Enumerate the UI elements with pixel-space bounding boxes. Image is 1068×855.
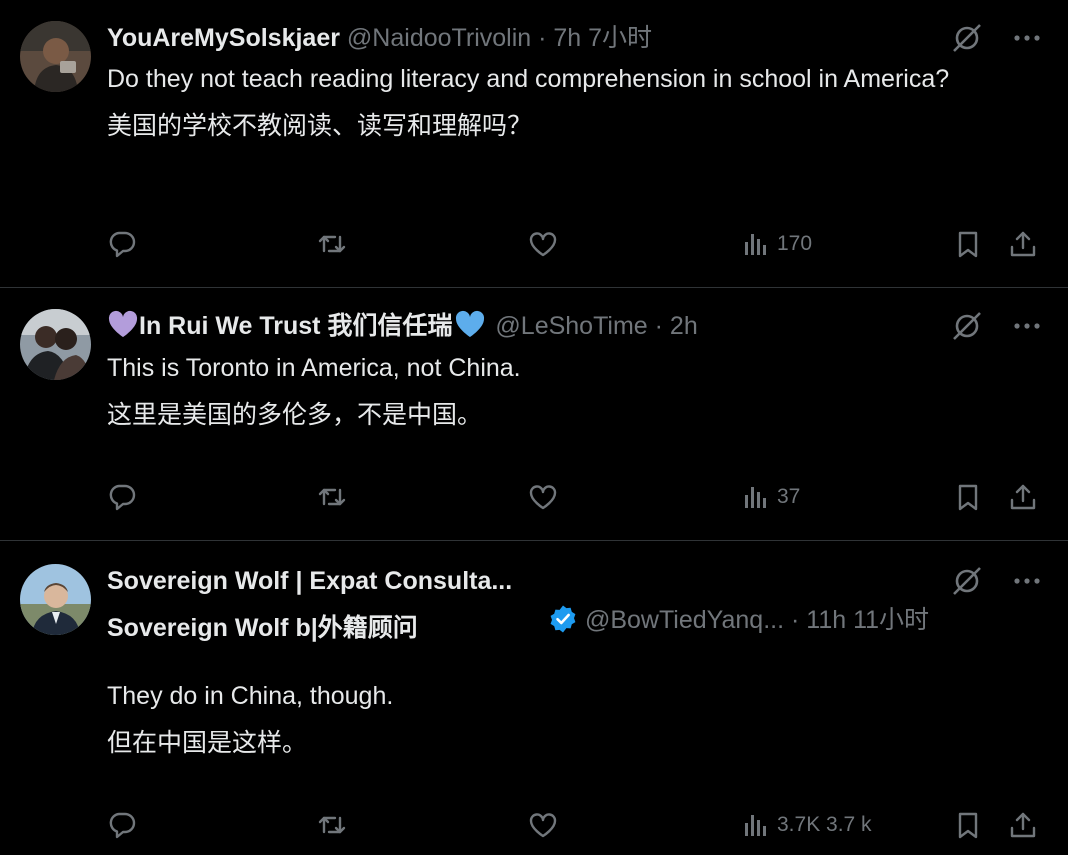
display-name[interactable]: YouAreMySolskjaer: [107, 24, 340, 52]
bookmark-icon: [958, 231, 978, 258]
views-icon: [745, 815, 766, 836]
bookmark-button[interactable]: [953, 229, 983, 259]
tweet-text-en: They do in China, though.: [107, 682, 394, 710]
tweet-body: This is Toronto in America, not China. 这…: [107, 350, 957, 433]
views-icon: [745, 487, 766, 508]
avatar[interactable]: [20, 21, 91, 92]
bookmark-icon: [958, 484, 978, 511]
bookmark-button[interactable]: [953, 482, 983, 512]
tweet-text-zh: 但在中国是这样。: [107, 729, 308, 757]
display-name[interactable]: In Rui We Trust 我们信任瑞: [139, 312, 452, 340]
reply-icon: [109, 812, 136, 839]
views-button[interactable]: 37: [741, 482, 800, 512]
more-icon[interactable]: [1011, 565, 1043, 597]
tweet-text-zh: 这里是美国的多伦多，不是中国。: [107, 401, 483, 429]
reply-button[interactable]: [107, 810, 137, 840]
views-button[interactable]: 3.7K 3.7 k: [741, 810, 872, 840]
action-bar: 3.7K 3.7 k: [107, 810, 1037, 850]
grok-icon[interactable]: [951, 565, 983, 597]
retweet-button[interactable]: [317, 482, 347, 512]
retweet-button[interactable]: [317, 810, 347, 840]
share-icon: [1010, 484, 1036, 510]
verified-badge-icon: [550, 605, 576, 633]
tweet-header: Sovereign Wolf | Expat Consulta...: [107, 565, 512, 597]
views-count: 37: [777, 485, 801, 508]
avatar[interactable]: [20, 309, 91, 380]
grok-icon[interactable]: [951, 22, 983, 54]
action-bar: 170: [107, 229, 1037, 269]
share-button[interactable]: [1008, 482, 1038, 512]
views-icon: [745, 234, 766, 255]
blue-heart-icon: [456, 310, 485, 337]
tweet-header: YouAreMySolskjaer @NaidooTrivolin · 7h 7…: [107, 22, 652, 54]
share-button[interactable]: [1008, 229, 1038, 259]
tweet-header-line-2: Sovereign Wolf b|外籍顾问: [107, 612, 418, 644]
action-bar: 37: [107, 482, 1037, 522]
views-button[interactable]: 170: [741, 229, 812, 259]
timestamp[interactable]: · 11h 11小时: [791, 606, 929, 634]
avatar[interactable]: [20, 564, 91, 635]
tweet-text-zh: 美国的学校不教阅读、读写和理解吗？: [107, 112, 533, 140]
handle[interactable]: @LeShoTime: [495, 312, 647, 340]
bookmark-button[interactable]: [953, 810, 983, 840]
tweet-text-en: Do they not teach reading literacy and c…: [107, 65, 950, 93]
tweet[interactable]: In Rui We Trust 我们信任瑞 @LeShoTime · 2h Th…: [0, 288, 1068, 541]
handle[interactable]: @NaidooTrivolin: [347, 24, 531, 52]
display-name[interactable]: Sovereign Wolf | Expat Consulta...: [107, 567, 512, 595]
like-button[interactable]: [528, 229, 558, 259]
tweet-body: They do in China, though. 但在中国是这样。: [107, 678, 957, 761]
retweet-icon: [318, 235, 346, 253]
grok-icon[interactable]: [951, 310, 983, 342]
reply-button[interactable]: [107, 229, 137, 259]
tweet[interactable]: Sovereign Wolf | Expat Consulta... Sover…: [0, 541, 1068, 855]
share-icon: [1010, 231, 1036, 257]
reply-button[interactable]: [107, 482, 137, 512]
like-icon: [529, 813, 557, 838]
like-icon: [529, 232, 557, 257]
like-button[interactable]: [528, 482, 558, 512]
retweet-icon: [318, 816, 346, 834]
share-icon: [1010, 812, 1036, 838]
tweet[interactable]: YouAreMySolskjaer @NaidooTrivolin · 7h 7…: [0, 0, 1068, 288]
like-icon: [529, 485, 557, 510]
views-count: 170: [777, 232, 813, 255]
handle[interactable]: @BowTiedYanq...: [585, 606, 784, 634]
reply-icon: [109, 484, 136, 511]
like-button[interactable]: [528, 810, 558, 840]
retweet-button[interactable]: [317, 229, 347, 259]
more-icon[interactable]: [1011, 22, 1043, 54]
reply-icon: [109, 231, 136, 258]
tweet-body: Do they not teach reading literacy and c…: [107, 61, 957, 144]
share-button[interactable]: [1008, 810, 1038, 840]
display-name-zh[interactable]: Sovereign Wolf b|外籍顾问: [107, 614, 418, 642]
bookmark-icon: [958, 812, 978, 839]
retweet-icon: [318, 488, 346, 506]
views-count: 3.7K 3.7 k: [777, 813, 872, 836]
timestamp[interactable]: · 7h 7小时: [538, 24, 652, 52]
tweet-text-en: This is Toronto in America, not China.: [107, 354, 521, 382]
timestamp[interactable]: · 2h: [655, 312, 698, 340]
tweet-header: In Rui We Trust 我们信任瑞 @LeShoTime · 2h: [107, 310, 698, 342]
more-icon[interactable]: [1011, 310, 1043, 342]
purple-heart-icon: [108, 310, 138, 337]
tweet-meta: @BowTiedYanq... · 11h 11小时: [548, 604, 929, 636]
